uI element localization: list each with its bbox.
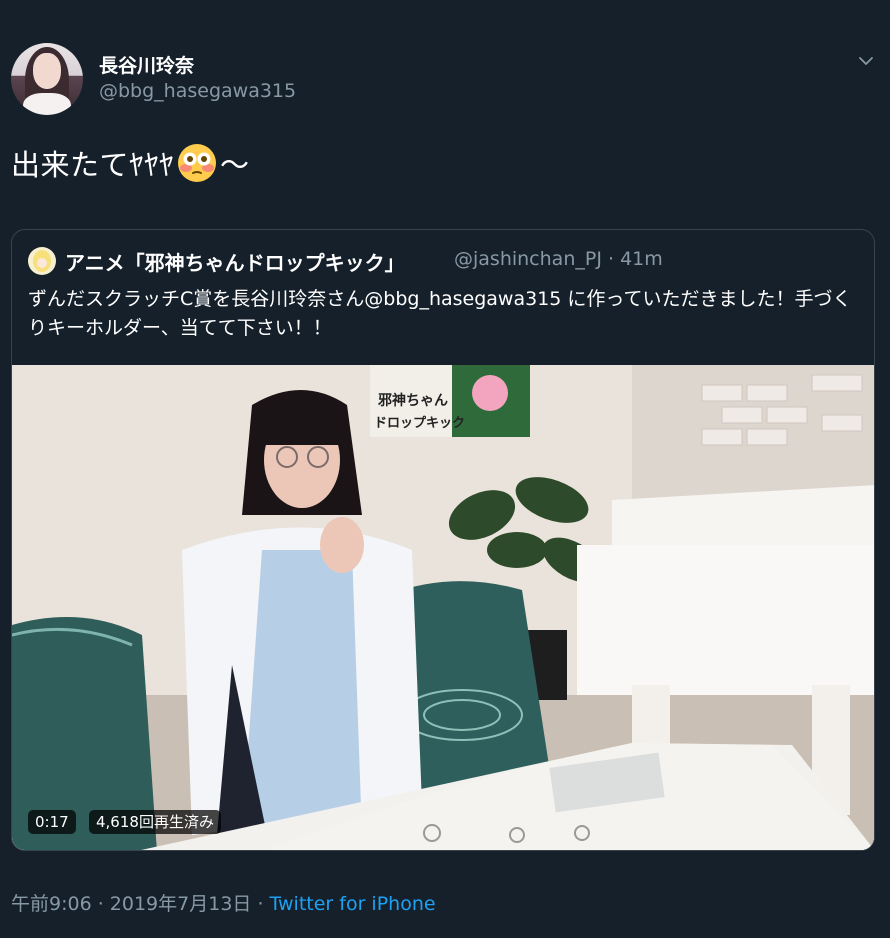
quote-author-name[interactable]: アニメ「邪神ちゃんドロップキック」 xyxy=(65,247,405,276)
tweet-text: 出来たてﾔﾔﾔ ～ xyxy=(11,142,250,184)
tweet-footer: 午前9:06 · 2019年7月13日 · Twitter for iPhone xyxy=(11,889,436,916)
chevron-down-icon[interactable] xyxy=(858,53,874,69)
quote-text: ずんだスクラッチC賞を長谷川玲奈さん@bbg_hasegawa315 に作ってい… xyxy=(28,288,852,339)
video-duration-badge: 0:17 xyxy=(28,810,76,834)
footer-separator-1: · xyxy=(91,893,110,915)
avatar-shirt xyxy=(23,93,71,115)
video-frame: 邪神ちゃん ドロップキック xyxy=(12,365,874,850)
author-avatar[interactable] xyxy=(11,43,83,115)
quote-author-avatar[interactable] xyxy=(28,247,56,275)
video-player[interactable]: 邪神ちゃん ドロップキック 0:17 4,618回再生済み xyxy=(12,365,874,850)
tweet-source-link[interactable]: Twitter for iPhone xyxy=(270,893,436,915)
avatar-face xyxy=(33,53,61,89)
footer-separator-2: · xyxy=(251,893,270,915)
tweet-date[interactable]: 2019年7月13日 xyxy=(110,893,252,915)
author-display-name[interactable]: 長谷川玲奈 xyxy=(99,51,194,78)
flushed-face-emoji-icon xyxy=(178,144,217,182)
poster-title-2: ドロップキック xyxy=(374,416,465,431)
quote-meta-separator: · xyxy=(607,248,615,270)
tweet-text-tilde: ～ xyxy=(220,148,250,182)
quote-meta: @jashinchan_PJ · 41m xyxy=(454,248,663,270)
author-handle[interactable]: @bbg_hasegawa315 xyxy=(99,80,296,102)
video-views-badge: 4,618回再生済み xyxy=(89,810,221,834)
quoted-tweet-card[interactable]: アニメ「邪神ちゃんドロップキック」 @jashinchan_PJ · 41m ず… xyxy=(11,229,875,851)
tweet-time[interactable]: 午前9:06 xyxy=(11,893,92,915)
poster-title-1: 邪神ちゃん xyxy=(377,392,448,409)
quote-author-handle[interactable]: @jashinchan_PJ xyxy=(454,248,602,270)
tweet-text-main: 出来たてﾔﾔﾔ xyxy=(11,148,175,182)
quote-time[interactable]: 41m xyxy=(620,248,663,270)
